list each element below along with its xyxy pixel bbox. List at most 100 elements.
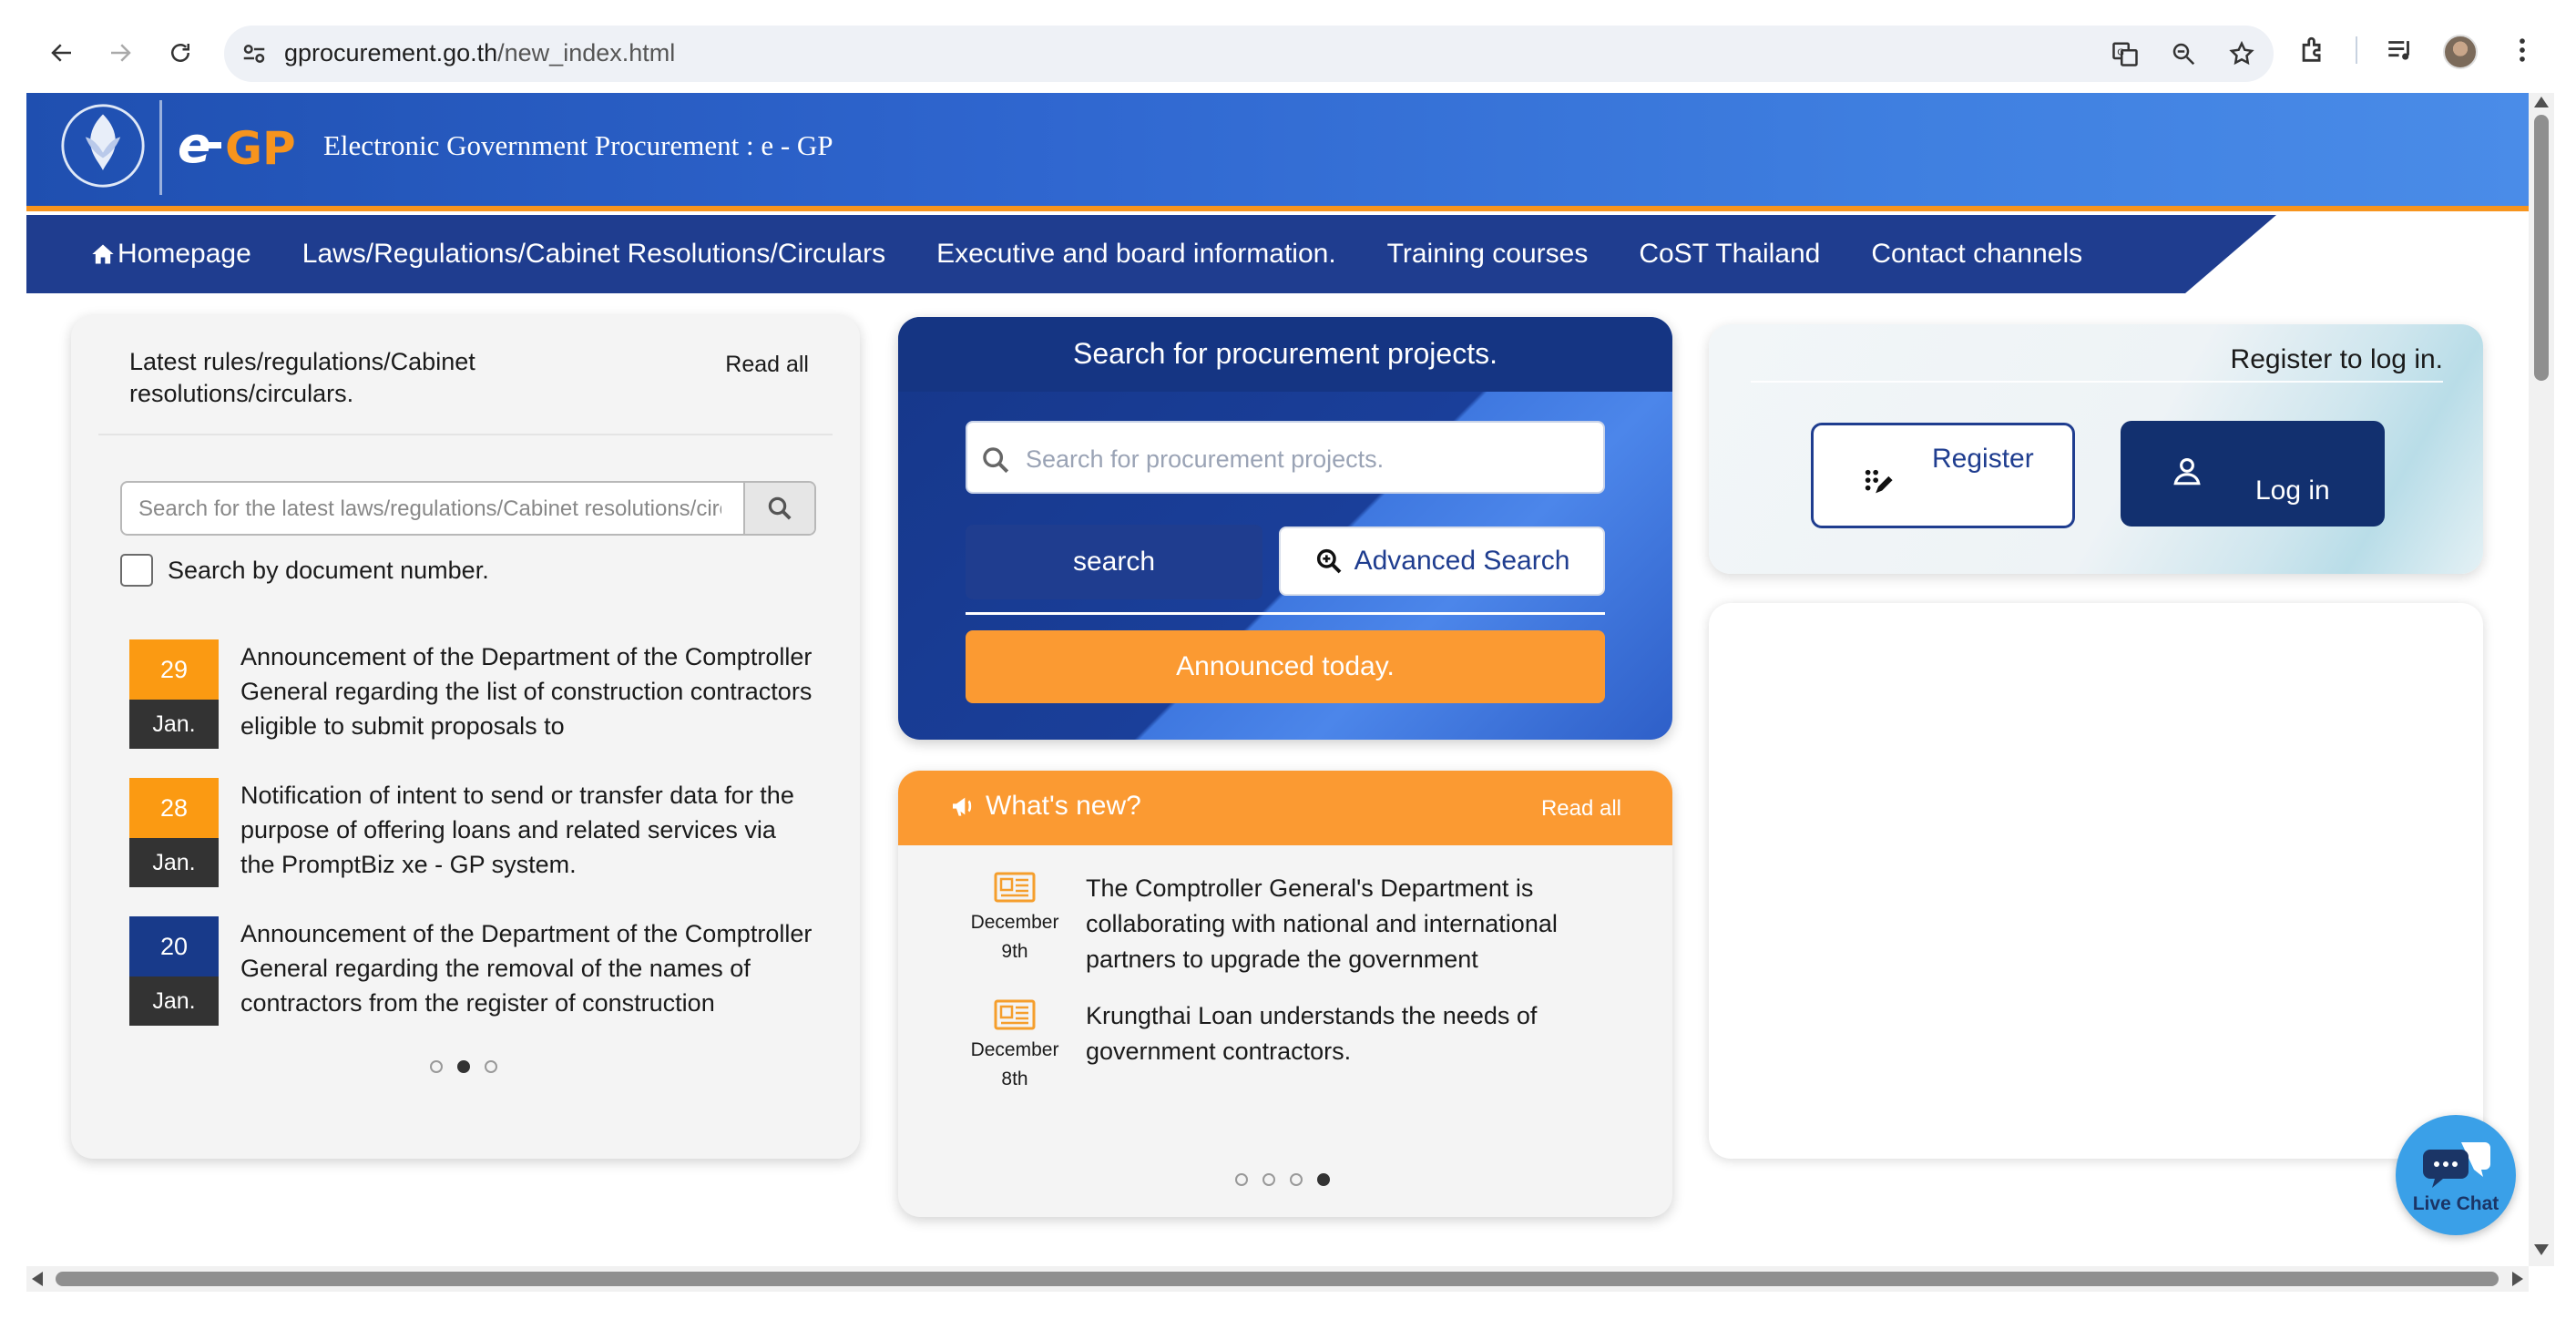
nav-item-label: Homepage — [118, 239, 251, 269]
comptroller-seal-logo[interactable] — [59, 102, 147, 189]
horizontal-scroll-thumb[interactable] — [56, 1272, 2499, 1286]
document-number-checkbox-label[interactable]: Search by document number. — [168, 557, 489, 585]
rule-list-item[interactable]: 28 Jan. Notification of intent to send o… — [129, 778, 822, 887]
live-chat-button[interactable]: Live Chat — [2396, 1115, 2516, 1235]
url-text: gprocurement.go.th/new_index.html — [284, 39, 676, 66]
rule-list-item[interactable]: 29 Jan. Announcement of the Department o… — [129, 639, 822, 749]
reload-button[interactable] — [158, 31, 202, 75]
search-icon — [768, 496, 792, 520]
media-control-icon[interactable] — [2385, 35, 2416, 66]
divider — [1751, 381, 2443, 383]
svg-text:e: e — [178, 117, 211, 174]
project-search-input[interactable] — [1026, 443, 1572, 475]
rules-search-box — [120, 481, 816, 536]
date-badge-day: 20 — [129, 916, 219, 976]
advanced-search-button[interactable]: Advanced Search — [1279, 527, 1605, 596]
news-date-day: 9th — [1001, 941, 1028, 962]
news-date-month: December — [970, 912, 1059, 933]
date-badge-day: 28 — [129, 778, 219, 838]
back-button[interactable] — [40, 31, 84, 75]
egp-logo[interactable]: e GP — [178, 115, 342, 179]
empty-panel — [1709, 603, 2483, 1159]
divider — [98, 434, 833, 435]
site-title: Electronic Government Procurement : e - … — [323, 129, 833, 161]
pager-dot[interactable] — [1262, 1173, 1275, 1186]
site-info-icon[interactable] — [240, 40, 268, 67]
register-button[interactable]: Register — [1811, 423, 2075, 528]
date-badge-day: 29 — [129, 639, 219, 700]
header-divider — [159, 100, 162, 195]
scroll-up-arrow-icon[interactable] — [2534, 97, 2549, 107]
translate-icon[interactable]: G — [2111, 40, 2139, 67]
date-badge-month: Jan. — [129, 700, 219, 749]
news-title: What's new? — [949, 791, 1141, 822]
nav-item-executive-info[interactable]: Executive and board information. — [936, 239, 1336, 270]
news-item-text[interactable]: Krungthai Loan understands the needs of … — [1086, 998, 1632, 1105]
svg-text:GP: GP — [225, 122, 296, 175]
pager-dot[interactable] — [430, 1060, 443, 1073]
profile-avatar[interactable] — [2443, 35, 2478, 69]
live-chat-label: Live Chat — [2412, 1193, 2499, 1214]
search-button[interactable]: search — [966, 525, 1262, 599]
advanced-search-label: Advanced Search — [1354, 546, 1570, 576]
address-bar[interactable]: gprocurement.go.th/new_index.html G — [224, 26, 2274, 82]
date-badge-month: Jan. — [129, 976, 219, 1026]
nav-item-contact[interactable]: Contact channels — [1871, 239, 2082, 270]
nav-item-cost-thailand[interactable]: CoST Thailand — [1639, 239, 1820, 270]
main-nav: Homepage Laws/Regulations/Cabinet Resolu… — [26, 215, 2529, 293]
browser-toolbar: gprocurement.go.th/new_index.html G — [0, 0, 2576, 93]
scroll-left-arrow-icon[interactable] — [32, 1272, 43, 1286]
zoom-icon[interactable] — [2170, 40, 2197, 67]
vertical-scrollbar[interactable] — [2529, 93, 2554, 1266]
news-date: December 9th — [962, 871, 1068, 966]
site-header: e GP Electronic Government Procurement :… — [26, 93, 2529, 211]
rules-read-all-link[interactable]: Read all — [725, 352, 809, 378]
login-button[interactable]: Log in — [2121, 421, 2385, 527]
news-item-text[interactable]: The Comptroller General's Department is … — [1086, 871, 1632, 977]
register-form-icon — [1865, 469, 1893, 494]
nav-item-homepage[interactable]: Homepage — [90, 239, 251, 270]
rule-list-item[interactable]: 20 Jan. Announcement of the Department o… — [129, 916, 822, 1026]
zoom-in-icon — [1316, 548, 1341, 574]
news-date-day: 8th — [1001, 1068, 1028, 1089]
scroll-right-arrow-icon[interactable] — [2512, 1272, 2523, 1286]
rule-item-text[interactable]: Notification of intent to send or transf… — [240, 778, 814, 882]
login-button-label: Log in — [2255, 475, 2330, 506]
pager-dot[interactable] — [485, 1060, 497, 1073]
announced-today-button[interactable]: Announced today. — [966, 630, 1605, 703]
pager-dot-active[interactable] — [1317, 1173, 1330, 1186]
document-number-checkbox[interactable] — [120, 554, 153, 587]
more-menu-icon[interactable] — [2507, 35, 2538, 66]
scroll-down-arrow-icon[interactable] — [2534, 1244, 2549, 1255]
bookmark-star-icon[interactable] — [2228, 40, 2255, 67]
rules-card: Latest rules/regulations/Cabinet resolut… — [71, 315, 860, 1159]
date-badge: 29 Jan. — [129, 639, 219, 749]
news-title-label: What's new? — [986, 791, 1141, 821]
megaphone-icon — [953, 797, 972, 816]
register-card: Register to log in. Register Log in — [1709, 324, 2483, 574]
rules-carousel-pager — [430, 1060, 497, 1073]
rules-search-input[interactable] — [138, 494, 721, 525]
vertical-scroll-thumb[interactable] — [2534, 115, 2549, 381]
news-read-all-link[interactable]: Read all — [1541, 796, 1621, 822]
news-date-month: December — [970, 1039, 1059, 1060]
project-search-title: Search for procurement projects. — [1073, 337, 1498, 370]
pager-dot-active[interactable] — [457, 1060, 470, 1073]
nav-item-training[interactable]: Training courses — [1387, 239, 1589, 270]
rules-search-button[interactable] — [743, 483, 814, 534]
news-date: December 8th — [962, 998, 1068, 1094]
chat-bubbles-icon — [2423, 1142, 2490, 1188]
pager-dot[interactable] — [1290, 1173, 1303, 1186]
forward-button[interactable] — [98, 31, 142, 75]
date-badge-month: Jan. — [129, 838, 219, 887]
nav-item-laws[interactable]: Laws/Regulations/Cabinet Resolutions/Cir… — [302, 239, 885, 270]
header-orange-stripe — [26, 206, 2529, 211]
pager-dot[interactable] — [1235, 1173, 1248, 1186]
toolbar-divider — [2356, 36, 2357, 64]
newspaper-icon — [994, 872, 1036, 903]
extensions-icon[interactable] — [2297, 35, 2328, 66]
rule-item-text[interactable]: Announcement of the Department of the Co… — [240, 639, 814, 743]
rule-item-text[interactable]: Announcement of the Department of the Co… — [240, 916, 814, 1020]
horizontal-scrollbar[interactable] — [26, 1266, 2529, 1292]
project-search-box — [966, 421, 1605, 494]
